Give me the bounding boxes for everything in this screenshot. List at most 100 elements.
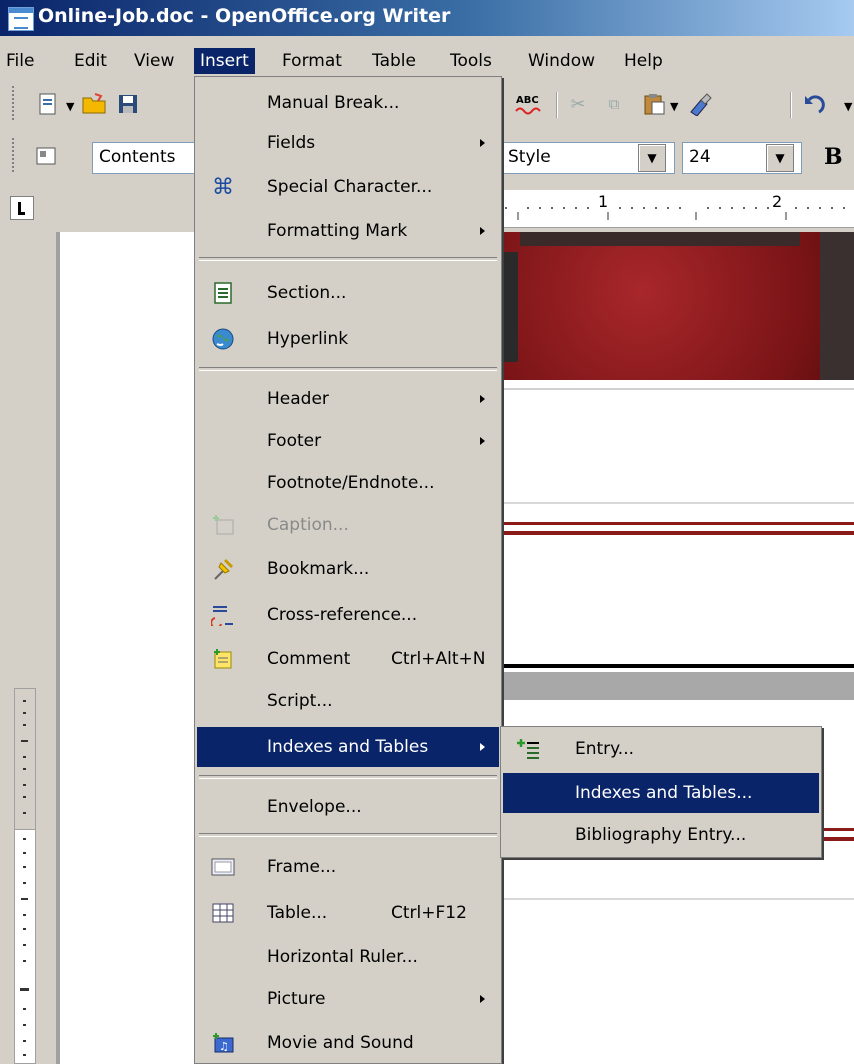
ruler-mark-2: 2 bbox=[772, 192, 783, 211]
menu-separator bbox=[199, 257, 497, 261]
menu-bar: File Edit View Insert Format Table Tools… bbox=[0, 44, 854, 76]
menu-view[interactable]: View bbox=[128, 48, 180, 74]
menu-item-header[interactable]: Header bbox=[197, 379, 499, 419]
menu-item-manual-break[interactable]: Manual Break... bbox=[197, 83, 499, 123]
submenu-arrow-icon bbox=[480, 995, 485, 1003]
menu-item-fields[interactable]: Fields bbox=[197, 123, 499, 163]
title-bar: Online-Job.doc - OpenOffice.org Writer bbox=[0, 0, 854, 36]
submenu-item-entry[interactable]: Entry... bbox=[503, 729, 819, 769]
styles-formatting-icon[interactable] bbox=[32, 142, 60, 170]
bold-button[interactable]: B bbox=[824, 144, 843, 170]
copy-icon[interactable]: ⧉ bbox=[600, 90, 628, 118]
submenu-arrow-icon bbox=[480, 437, 485, 445]
menu-item-caption[interactable]: Caption... bbox=[197, 505, 499, 545]
indexes-and-tables-submenu: Entry... Indexes and Tables... Bibliogra… bbox=[500, 726, 822, 858]
open-folder-icon[interactable] bbox=[80, 90, 108, 118]
paste-dropdown-icon[interactable]: ▼ bbox=[670, 100, 678, 113]
table-grid-icon bbox=[211, 901, 235, 925]
menu-format[interactable]: Format bbox=[276, 48, 348, 74]
document-red-image[interactable] bbox=[500, 232, 854, 380]
menu-item-envelope[interactable]: Envelope... bbox=[197, 787, 499, 827]
font-name-dropdown-icon[interactable]: ▼ bbox=[638, 144, 666, 172]
comment-note-icon bbox=[211, 647, 235, 671]
menu-item-script[interactable]: Script... bbox=[197, 681, 499, 721]
menu-file[interactable]: File bbox=[0, 48, 40, 74]
font-name-value: Style bbox=[508, 147, 551, 167]
page-divider bbox=[500, 388, 854, 390]
frame-icon bbox=[211, 855, 235, 879]
page-gap bbox=[496, 672, 854, 700]
comment-shortcut: Ctrl+Alt+N bbox=[391, 649, 486, 669]
font-size-value: 24 bbox=[689, 147, 711, 167]
svg-text:♫: ♫ bbox=[219, 1040, 229, 1053]
menu-item-footnote-endnote[interactable]: Footnote/Endnote... bbox=[197, 463, 499, 503]
toolbar-separator bbox=[790, 92, 792, 118]
ruler-mark-1: 1 bbox=[598, 192, 609, 211]
menu-separator bbox=[199, 367, 497, 371]
tab-stop-selector[interactable] bbox=[10, 196, 34, 220]
menu-item-picture[interactable]: Picture bbox=[197, 979, 499, 1019]
save-icon[interactable] bbox=[114, 90, 142, 118]
submenu-item-bibliography-entry[interactable]: Bibliography Entry... bbox=[503, 815, 819, 855]
section-icon bbox=[211, 281, 235, 305]
menu-item-table[interactable]: Table... Ctrl+F12 bbox=[197, 893, 499, 933]
paste-icon[interactable] bbox=[640, 90, 668, 118]
special-character-icon: ⌘ bbox=[212, 174, 234, 200]
menu-separator bbox=[199, 775, 497, 779]
table-shortcut: Ctrl+F12 bbox=[391, 903, 467, 923]
menu-item-horizontal-ruler[interactable]: Horizontal Ruler... bbox=[197, 937, 499, 977]
new-document-icon[interactable] bbox=[34, 90, 62, 118]
submenu-arrow-icon bbox=[480, 139, 485, 147]
page-divider bbox=[500, 898, 854, 900]
menu-window[interactable]: Window bbox=[522, 48, 601, 74]
toolbar-grip[interactable] bbox=[12, 86, 18, 120]
menu-item-formatting-mark[interactable]: Formatting Mark bbox=[197, 211, 499, 251]
menu-item-frame[interactable]: Frame... bbox=[197, 847, 499, 887]
submenu-arrow-icon bbox=[480, 227, 485, 235]
menu-separator bbox=[199, 833, 497, 837]
menu-insert[interactable]: Insert bbox=[194, 48, 255, 74]
menu-item-movie-and-sound[interactable]: ♫ Movie and Sound bbox=[197, 1023, 499, 1063]
toolbar-separator bbox=[556, 92, 558, 118]
svg-text:ABC: ABC bbox=[516, 95, 539, 106]
menu-tools[interactable]: Tools bbox=[444, 48, 498, 74]
toolbar-grip[interactable] bbox=[12, 138, 18, 172]
menu-edit[interactable]: Edit bbox=[68, 48, 113, 74]
undo-dropdown-icon[interactable]: ▼ bbox=[844, 100, 852, 113]
vertical-ruler-ticks bbox=[14, 688, 36, 1064]
submenu-arrow-icon bbox=[480, 743, 485, 751]
submenu-arrow-icon bbox=[480, 395, 485, 403]
menu-help[interactable]: Help bbox=[618, 48, 669, 74]
menu-item-indexes-and-tables[interactable]: Indexes and Tables bbox=[197, 727, 499, 767]
hyperlink-globe-icon bbox=[211, 327, 235, 351]
page-divider bbox=[500, 502, 854, 504]
red-rule bbox=[500, 522, 854, 525]
paragraph-style-value: Contents bbox=[99, 147, 176, 167]
menu-item-hyperlink[interactable]: Hyperlink bbox=[197, 319, 499, 359]
window-title: Online-Job.doc - OpenOffice.org Writer bbox=[38, 5, 451, 27]
menu-item-special-character[interactable]: ⌘ Special Character... bbox=[197, 167, 499, 207]
menu-item-section[interactable]: Section... bbox=[197, 273, 499, 313]
red-rule bbox=[500, 531, 854, 535]
bookmark-pin-icon bbox=[211, 557, 235, 581]
cross-reference-icon bbox=[211, 603, 235, 627]
movie-sound-icon: ♫ bbox=[211, 1031, 235, 1055]
menu-table[interactable]: Table bbox=[366, 48, 422, 74]
black-rule bbox=[500, 664, 854, 668]
index-entry-icon bbox=[517, 737, 541, 761]
caption-icon bbox=[211, 513, 235, 537]
menu-item-comment[interactable]: Comment Ctrl+Alt+N bbox=[197, 639, 499, 679]
paragraph-style-combo[interactable]: Contents bbox=[92, 142, 204, 174]
spellcheck-icon[interactable]: ABC bbox=[514, 90, 542, 118]
insert-menu: Manual Break... Fields ⌘ Special Charact… bbox=[194, 76, 502, 1064]
undo-icon[interactable] bbox=[800, 90, 828, 118]
cut-icon[interactable]: ✂ bbox=[564, 90, 592, 118]
font-size-dropdown-icon[interactable]: ▼ bbox=[766, 144, 794, 172]
writer-document-icon bbox=[8, 7, 34, 31]
menu-item-bookmark[interactable]: Bookmark... bbox=[197, 549, 499, 589]
new-dropdown-icon[interactable]: ▼ bbox=[66, 100, 74, 113]
menu-item-footer[interactable]: Footer bbox=[197, 421, 499, 461]
menu-item-cross-reference[interactable]: Cross-reference... bbox=[197, 595, 499, 635]
submenu-item-indexes-and-tables[interactable]: Indexes and Tables... bbox=[503, 773, 819, 813]
clone-formatting-icon[interactable] bbox=[686, 90, 714, 118]
